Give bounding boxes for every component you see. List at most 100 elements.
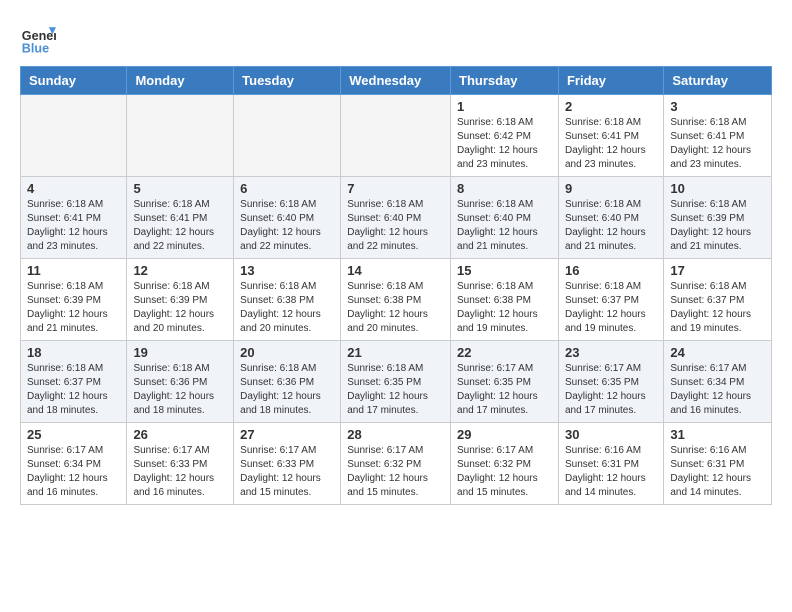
cell-info: Sunrise: 6:18 AM Sunset: 6:39 PM Dayligh…: [27, 280, 120, 336]
calendar-cell: [234, 95, 341, 177]
calendar-table: SundayMondayTuesdayWednesdayThursdayFrid…: [20, 66, 772, 505]
calendar-cell: [127, 95, 234, 177]
calendar-header-row: SundayMondayTuesdayWednesdayThursdayFrid…: [21, 67, 772, 95]
cell-info: Sunrise: 6:17 AM Sunset: 6:32 PM Dayligh…: [457, 444, 552, 500]
day-number: 3: [670, 99, 765, 114]
calendar-cell: 19 Sunrise: 6:18 AM Sunset: 6:36 PM Dayli…: [127, 341, 234, 423]
calendar-cell: 9Sunrise: 6:18 AM Sunset: 6:40 PM Daylig…: [558, 177, 663, 259]
calendar-cell: 3 Sunrise: 6:18 AM Sunset: 6:41 PM Daylig…: [664, 95, 772, 177]
calendar-week-row: 18Sunrise: 6:18 AM Sunset: 6:37 PM Dayli…: [21, 341, 772, 423]
cell-info: Sunrise: 6:18 AM Sunset: 6:36 PM Dayligh…: [240, 362, 334, 418]
day-header-thursday: Thursday: [451, 67, 559, 95]
day-number: 15: [457, 263, 552, 278]
calendar-cell: 21Sunrise: 6:18 AM Sunset: 6:35 PM Dayli…: [341, 341, 451, 423]
calendar-cell: 1Sunrise: 6:18 AM Sunset: 6:42 PM Daylig…: [451, 95, 559, 177]
day-header-tuesday: Tuesday: [234, 67, 341, 95]
day-number: 19: [133, 345, 227, 360]
cell-info: Sunrise: 6:17 AM Sunset: 6:34 PM Dayligh…: [670, 362, 765, 418]
calendar-cell: 5 Sunrise: 6:18 AM Sunset: 6:41 PM Daylig…: [127, 177, 234, 259]
day-number: 27: [240, 427, 334, 442]
calendar-week-row: 11 Sunrise: 6:18 AM Sunset: 6:39 PM Dayli…: [21, 259, 772, 341]
calendar-cell: 26 Sunrise: 6:17 AM Sunset: 6:33 PM Dayli…: [127, 423, 234, 505]
calendar-cell: 31 Sunrise: 6:16 AM Sunset: 6:31 PM Dayli…: [664, 423, 772, 505]
day-header-saturday: Saturday: [664, 67, 772, 95]
calendar-cell: [21, 95, 127, 177]
calendar-cell: 16 Sunrise: 6:18 AM Sunset: 6:37 PM Dayli…: [558, 259, 663, 341]
day-number: 8: [457, 181, 552, 196]
cell-info: Sunrise: 6:16 AM Sunset: 6:31 PM Dayligh…: [670, 444, 765, 500]
day-number: 25: [27, 427, 120, 442]
cell-info: Sunrise: 6:18 AM Sunset: 6:41 PM Dayligh…: [27, 198, 120, 254]
day-number: 6: [240, 181, 334, 196]
calendar-cell: 15 Sunrise: 6:18 AM Sunset: 6:38 PM Dayli…: [451, 259, 559, 341]
cell-info: Sunrise: 6:18 AM Sunset: 6:37 PM Dayligh…: [565, 280, 657, 336]
day-number: 28: [347, 427, 444, 442]
cell-info: Sunrise: 6:17 AM Sunset: 6:35 PM Dayligh…: [565, 362, 657, 418]
cell-info: Sunrise: 6:16 AM Sunset: 6:31 PM Dayligh…: [565, 444, 657, 500]
calendar-cell: 23 Sunrise: 6:17 AM Sunset: 6:35 PM Dayli…: [558, 341, 663, 423]
calendar-cell: 18Sunrise: 6:18 AM Sunset: 6:37 PM Dayli…: [21, 341, 127, 423]
cell-info: Sunrise: 6:17 AM Sunset: 6:32 PM Dayligh…: [347, 444, 444, 500]
day-number: 2: [565, 99, 657, 114]
day-number: 10: [670, 181, 765, 196]
calendar-cell: 17 Sunrise: 6:18 AM Sunset: 6:37 PM Dayli…: [664, 259, 772, 341]
calendar-cell: 13Sunrise: 6:18 AM Sunset: 6:38 PM Dayli…: [234, 259, 341, 341]
day-number: 7: [347, 181, 444, 196]
calendar-cell: 27 Sunrise: 6:17 AM Sunset: 6:33 PM Dayli…: [234, 423, 341, 505]
calendar-cell: 25 Sunrise: 6:17 AM Sunset: 6:34 PM Dayli…: [21, 423, 127, 505]
cell-info: Sunrise: 6:17 AM Sunset: 6:35 PM Dayligh…: [457, 362, 552, 418]
day-number: 1: [457, 99, 552, 114]
cell-info: Sunrise: 6:18 AM Sunset: 6:37 PM Dayligh…: [670, 280, 765, 336]
day-header-wednesday: Wednesday: [341, 67, 451, 95]
calendar-cell: 24 Sunrise: 6:17 AM Sunset: 6:34 PM Dayli…: [664, 341, 772, 423]
calendar-cell: 8 Sunrise: 6:18 AM Sunset: 6:40 PM Daylig…: [451, 177, 559, 259]
day-number: 21: [347, 345, 444, 360]
calendar-cell: 14 Sunrise: 6:18 AM Sunset: 6:38 PM Dayli…: [341, 259, 451, 341]
day-number: 26: [133, 427, 227, 442]
calendar-cell: 22 Sunrise: 6:17 AM Sunset: 6:35 PM Dayli…: [451, 341, 559, 423]
calendar-week-row: 1Sunrise: 6:18 AM Sunset: 6:42 PM Daylig…: [21, 95, 772, 177]
calendar-cell: 7 Sunrise: 6:18 AM Sunset: 6:40 PM Daylig…: [341, 177, 451, 259]
day-number: 12: [133, 263, 227, 278]
cell-info: Sunrise: 6:18 AM Sunset: 6:40 PM Dayligh…: [347, 198, 444, 254]
day-number: 4: [27, 181, 120, 196]
calendar-cell: 20 Sunrise: 6:18 AM Sunset: 6:36 PM Dayli…: [234, 341, 341, 423]
cell-info: Sunrise: 6:18 AM Sunset: 6:41 PM Dayligh…: [133, 198, 227, 254]
logo-icon: General Blue: [20, 20, 56, 56]
day-number: 30: [565, 427, 657, 442]
calendar-week-row: 25 Sunrise: 6:17 AM Sunset: 6:34 PM Dayli…: [21, 423, 772, 505]
svg-text:Blue: Blue: [22, 41, 49, 55]
day-number: 17: [670, 263, 765, 278]
cell-info: Sunrise: 6:18 AM Sunset: 6:40 PM Dayligh…: [457, 198, 552, 254]
calendar-cell: 29Sunrise: 6:17 AM Sunset: 6:32 PM Dayli…: [451, 423, 559, 505]
page-header: General Blue: [20, 20, 772, 56]
day-number: 5: [133, 181, 227, 196]
day-number: 16: [565, 263, 657, 278]
calendar-cell: 2Sunrise: 6:18 AM Sunset: 6:41 PM Daylig…: [558, 95, 663, 177]
day-number: 24: [670, 345, 765, 360]
day-header-sunday: Sunday: [21, 67, 127, 95]
day-number: 31: [670, 427, 765, 442]
calendar-cell: 10 Sunrise: 6:18 AM Sunset: 6:39 PM Dayli…: [664, 177, 772, 259]
calendar-body: 1Sunrise: 6:18 AM Sunset: 6:42 PM Daylig…: [21, 95, 772, 505]
day-number: 20: [240, 345, 334, 360]
cell-info: Sunrise: 6:18 AM Sunset: 6:38 PM Dayligh…: [457, 280, 552, 336]
calendar-cell: 11 Sunrise: 6:18 AM Sunset: 6:39 PM Dayli…: [21, 259, 127, 341]
calendar-week-row: 4 Sunrise: 6:18 AM Sunset: 6:41 PM Daylig…: [21, 177, 772, 259]
day-number: 11: [27, 263, 120, 278]
cell-info: Sunrise: 6:17 AM Sunset: 6:33 PM Dayligh…: [240, 444, 334, 500]
cell-info: Sunrise: 6:18 AM Sunset: 6:39 PM Dayligh…: [133, 280, 227, 336]
calendar-cell: 30 Sunrise: 6:16 AM Sunset: 6:31 PM Dayli…: [558, 423, 663, 505]
cell-info: Sunrise: 6:18 AM Sunset: 6:38 PM Dayligh…: [347, 280, 444, 336]
day-number: 22: [457, 345, 552, 360]
cell-info: Sunrise: 6:17 AM Sunset: 6:33 PM Dayligh…: [133, 444, 227, 500]
cell-info: Sunrise: 6:18 AM Sunset: 6:37 PM Dayligh…: [27, 362, 120, 418]
cell-info: Sunrise: 6:18 AM Sunset: 6:41 PM Dayligh…: [670, 116, 765, 172]
day-number: 23: [565, 345, 657, 360]
day-number: 14: [347, 263, 444, 278]
cell-info: Sunrise: 6:18 AM Sunset: 6:39 PM Dayligh…: [670, 198, 765, 254]
calendar-cell: [341, 95, 451, 177]
logo: General Blue: [20, 20, 60, 56]
cell-info: Sunrise: 6:18 AM Sunset: 6:36 PM Dayligh…: [133, 362, 227, 418]
cell-info: Sunrise: 6:17 AM Sunset: 6:34 PM Dayligh…: [27, 444, 120, 500]
